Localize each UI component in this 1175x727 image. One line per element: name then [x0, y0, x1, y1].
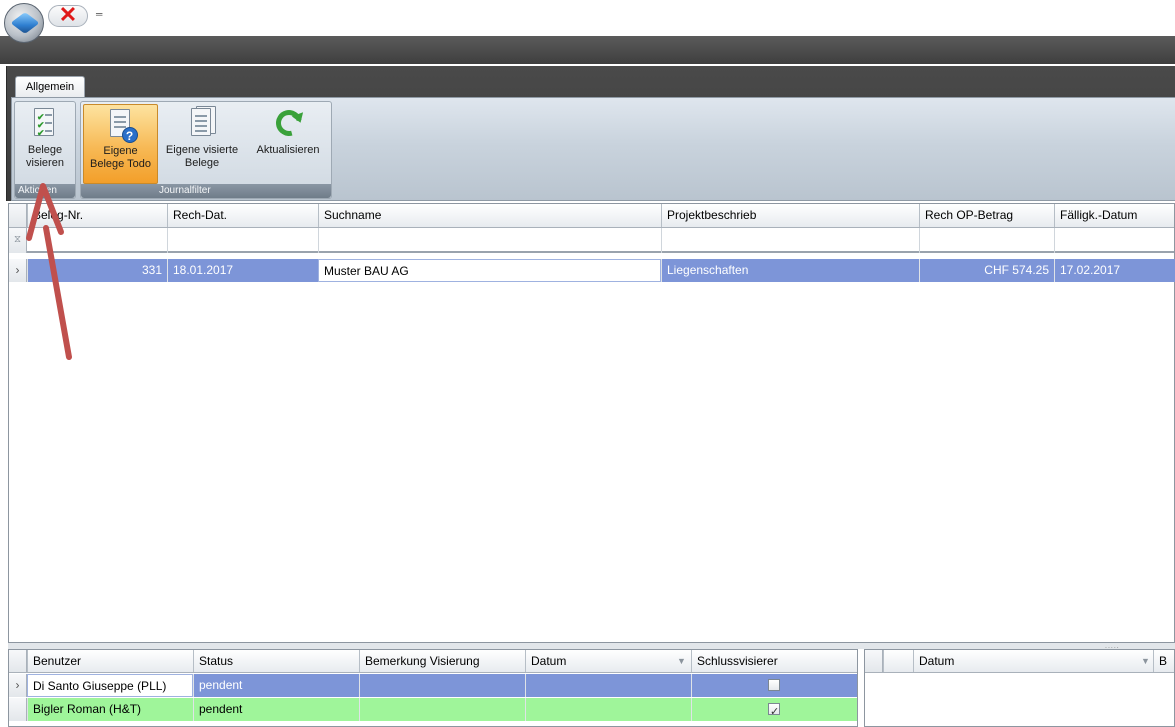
eigene-belege-todo-button[interactable]: ? Eigene Belege Todo [83, 104, 158, 184]
visierung-grid: Benutzer Status Bemerkung Visierung Datu… [8, 649, 858, 727]
cell-benutzer[interactable]: Bigler Roman (H&T) [27, 698, 193, 721]
schlussvisierer-checkbox[interactable] [768, 701, 780, 721]
cell-suchname[interactable]: Muster BAU AG [318, 259, 661, 282]
cell-status[interactable]: pendent [193, 698, 359, 721]
row-indicator-chevron-icon: › [9, 259, 27, 282]
filter-cell-betrag[interactable] [919, 228, 1054, 253]
filter-icon: ⧖ [9, 228, 27, 253]
visierung-grid-header: Benutzer Status Bemerkung Visierung Datu… [9, 650, 857, 673]
col-benutzer[interactable]: Benutzer [27, 650, 193, 672]
eigene-visierte-belege-label-2: Belege [184, 157, 220, 169]
col-schlussvisierer[interactable]: Schlussvisierer [691, 650, 857, 672]
quick-access-toolbar: ✕ ═ [0, 0, 1175, 43]
col-datum[interactable]: Datum [525, 650, 691, 672]
eigene-visierte-belege-label-1: Eigene visierte [165, 144, 239, 156]
app-cube-icon [10, 12, 40, 34]
refresh-icon [271, 105, 307, 141]
auto-filter-row[interactable]: ⧖ [9, 228, 1174, 253]
cell-rech-op-betrag[interactable]: CHF 574.25 [919, 259, 1054, 282]
col-suchname[interactable]: Suchname [318, 204, 661, 227]
ribbon: Allgemein ✔ ✔ ✔ Belege visieren Aktionen ?… [6, 66, 1175, 201]
col-bemerkung-visierung[interactable]: Bemerkung Visierung [359, 650, 525, 672]
right-datum-dropdown-icon[interactable]: ▼ [1141, 650, 1150, 672]
eigene-visierte-belege-button[interactable]: Eigene visierte Belege [160, 104, 244, 184]
document-question-icon: ? [106, 109, 138, 143]
belege-visieren-label-2: visieren [26, 157, 64, 169]
group-label-journalfilter: Journalfilter [81, 184, 331, 198]
cell-schlussvisierer[interactable] [691, 698, 857, 721]
cell-bemerkung[interactable] [359, 698, 525, 721]
belege-visieren-label-1: Belege [27, 144, 63, 156]
cell-benutzer[interactable]: Di Santo Giuseppe (PLL) [27, 674, 193, 697]
col-rech-dat[interactable]: Rech-Dat. [167, 204, 318, 227]
col-right-b[interactable]: B [1153, 650, 1175, 672]
col-projektbeschrieb[interactable]: Projektbeschrieb [661, 204, 919, 227]
eigene-belege-todo-label-1: Eigene [103, 145, 138, 157]
cell-rech-dat[interactable]: 18.01.2017 [167, 259, 318, 282]
approve-documents-icon: ✔ ✔ ✔ [30, 108, 60, 140]
cell-projektbeschrieb[interactable]: Liegenschaften [661, 259, 919, 282]
belege-visieren-button[interactable]: ✔ ✔ ✔ Belege visieren [17, 104, 73, 184]
cell-bemerkung[interactable] [359, 674, 525, 697]
customize-toolbar-icon[interactable]: ═ [96, 9, 106, 21]
application-menu-button[interactable] [4, 3, 44, 43]
cell-faelligk-datum[interactable]: 17.02.2017 [1054, 259, 1175, 282]
filter-cell-faelligk[interactable] [1054, 228, 1175, 253]
title-bar [0, 36, 1175, 64]
row-indicator-chevron-icon: › [9, 674, 27, 697]
cell-beleg-nr[interactable]: 331 [27, 259, 167, 282]
schlussvisierer-checkbox[interactable] [768, 679, 780, 691]
group-label-aktionen: Aktionen [15, 184, 75, 198]
tab-allgemein[interactable]: Allgemein [15, 76, 85, 98]
cell-status[interactable]: pendent [193, 674, 359, 697]
documents-icon [187, 106, 217, 140]
table-row[interactable]: › 331 18.01.2017 Muster BAU AG Liegensch… [9, 259, 1175, 282]
filter-cell-suchname[interactable] [318, 228, 661, 253]
table-row[interactable]: › Di Santo Giuseppe (PLL) pendent [9, 674, 857, 697]
col-status[interactable]: Status [193, 650, 359, 672]
col-rech-op-betrag[interactable]: Rech OP-Betrag [919, 204, 1054, 227]
col-right-datum[interactable]: Datum [913, 650, 1153, 672]
ribbon-body: ✔ ✔ ✔ Belege visieren Aktionen ? Eigene Be… [11, 97, 1175, 201]
ribbon-group-journalfilter: ? Eigene Belege Todo Eigene visierte Bel… [80, 101, 332, 199]
grid-header: Beleg-Nr. Rech-Dat. Suchname Projektbesc… [9, 204, 1174, 228]
eigene-belege-todo-label-2: Belege Todo [90, 158, 151, 170]
aktualisieren-label: Aktualisieren [256, 144, 320, 156]
datum-sort-dropdown-icon[interactable]: ▼ [677, 650, 686, 672]
right-detail-grid: Datum ▼ B [864, 649, 1175, 727]
filter-cell-projektbeschrieb[interactable] [661, 228, 919, 253]
cell-schlussvisierer[interactable] [691, 674, 857, 697]
col-faelligk-datum[interactable]: Fälligk.-Datum [1054, 204, 1175, 227]
cell-datum[interactable] [525, 674, 691, 697]
right-grid-header: Datum ▼ B [865, 650, 1174, 673]
aktualisieren-button[interactable]: Aktualisieren [248, 104, 328, 184]
col-beleg-nr[interactable]: Beleg-Nr. [27, 204, 167, 227]
table-row[interactable]: Bigler Roman (H&T) pendent [9, 698, 857, 721]
ribbon-group-aktionen: ✔ ✔ ✔ Belege visieren Aktionen [14, 101, 76, 199]
belege-grid: Beleg-Nr. Rech-Dat. Suchname Projektbesc… [8, 203, 1175, 643]
filter-cell-rech-dat[interactable] [167, 228, 318, 253]
close-x-icon[interactable]: ✕ [48, 4, 88, 27]
cell-datum[interactable] [525, 698, 691, 721]
